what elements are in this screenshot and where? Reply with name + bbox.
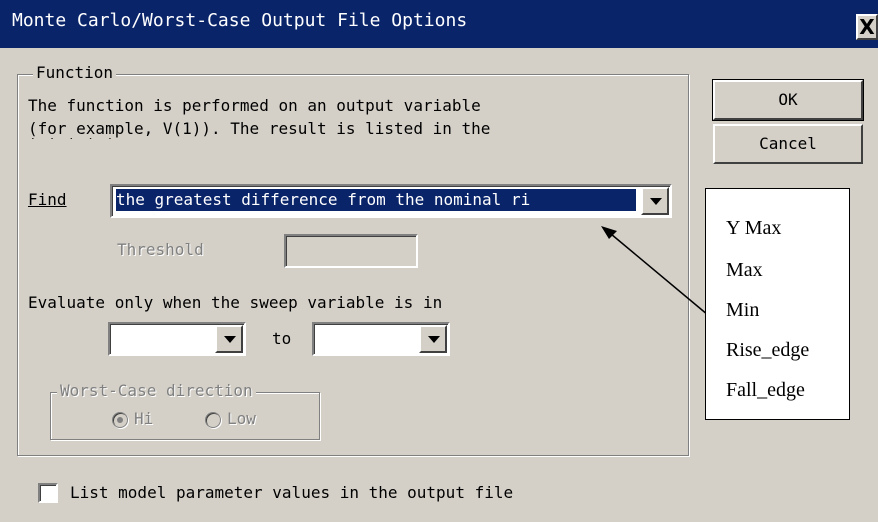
cancel-button[interactable]: Cancel [713, 124, 863, 164]
function-description-line1: The function is performed on an output v… [28, 96, 481, 115]
callout-item: Y Max [726, 217, 782, 239]
list-params-label[interactable]: List model parameter values in the outpu… [70, 482, 513, 504]
find-label-text: Find [28, 190, 67, 209]
to-dropdown-arrow-icon[interactable] [419, 325, 447, 353]
low-radio [205, 412, 221, 428]
ok-button[interactable]: OK [712, 79, 864, 121]
title-bar[interactable]: Monte Carlo/Worst-Case Output File Optio… [0, 0, 878, 48]
window-title: Monte Carlo/Worst-Case Output File Optio… [12, 10, 468, 31]
threshold-label: Threshold [117, 240, 204, 259]
function-description-line3-partial: ' ' ' ' ' [28, 138, 115, 150]
threshold-input [284, 234, 418, 268]
callout-item: Min [726, 299, 760, 321]
find-label: Find [28, 189, 67, 211]
callout-item: Max [726, 259, 763, 281]
function-group-legend: Function [33, 63, 117, 82]
hi-radio [112, 412, 128, 428]
evaluate-from-select[interactable] [108, 322, 246, 356]
callout-item: Fall_edge [726, 379, 805, 401]
worst-case-legend: Worst-Case direction [57, 381, 256, 400]
list-params-checkbox[interactable] [38, 483, 58, 503]
evaluate-to-select[interactable] [312, 322, 450, 356]
from-dropdown-arrow-icon[interactable] [215, 325, 243, 353]
close-button[interactable]: X [856, 14, 878, 40]
evaluate-label: Evaluate only when the sweep variable is… [28, 293, 443, 312]
function-description-line2: (for example, V(1)). The result is liste… [28, 119, 491, 138]
find-select-value: the greatest difference from the nominal… [116, 189, 636, 211]
to-label: to [272, 329, 292, 348]
callout-item: Rise_edge [726, 339, 810, 361]
callout-box: Y Max Max Min Rise_edge Fall_edge [705, 188, 850, 420]
low-label: Low [227, 409, 256, 428]
find-dropdown-arrow-icon[interactable] [641, 187, 669, 215]
callout-arrow [601, 226, 709, 316]
find-select[interactable]: the greatest difference from the nominal… [110, 184, 672, 218]
hi-label: Hi [134, 409, 154, 428]
